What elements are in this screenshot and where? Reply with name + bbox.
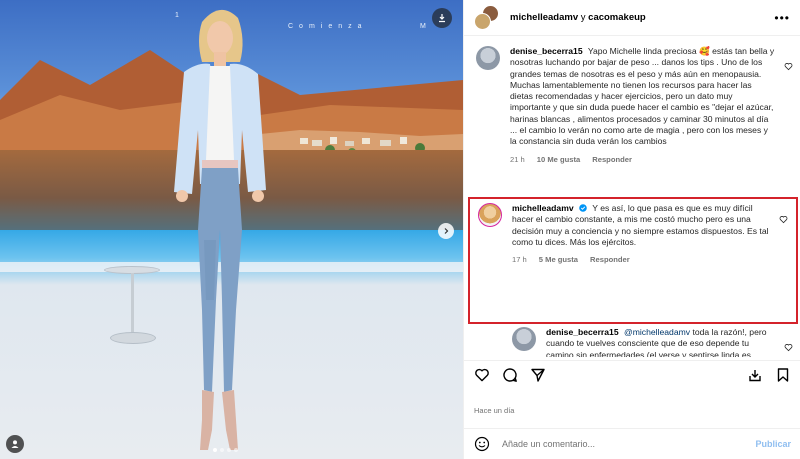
- post-details-panel: michelleadamv y cacomakeup ••• denise_be…: [463, 0, 800, 459]
- post-time: Hace un día: [474, 406, 515, 415]
- comment-like-icon[interactable]: [784, 343, 793, 352]
- comment-like-icon[interactable]: [784, 62, 793, 71]
- carousel-dot: [227, 448, 231, 452]
- carousel-dot: [220, 448, 224, 452]
- reply-button[interactable]: Responder: [590, 254, 630, 265]
- chevron-right-icon: [444, 228, 449, 234]
- add-comment-bar: Publicar: [464, 428, 800, 459]
- commenter-avatar[interactable]: [476, 46, 500, 70]
- comment-time: 21 h: [510, 154, 525, 164]
- post-actions-bar: [464, 360, 800, 388]
- download-button[interactable]: [432, 8, 452, 28]
- share-send-icon[interactable]: [530, 367, 546, 383]
- comments-list: denise_becerra15 Yapo Michelle linda pre…: [464, 37, 800, 357]
- comment-time: 17 h: [512, 255, 527, 265]
- comment-input[interactable]: [502, 439, 756, 449]
- presenter-figure: [174, 9, 266, 450]
- author-link-1[interactable]: michelleadamv: [510, 12, 578, 23]
- instagram-post-view: Comienza M 1 michelleadamv y cacomakeup …: [0, 0, 800, 459]
- more-options-icon[interactable]: •••: [774, 11, 790, 25]
- comment-username[interactable]: michelleadamv: [512, 203, 574, 213]
- avatar-michelleadamv[interactable]: [474, 12, 491, 30]
- comment-text: Yapo Michelle linda preciosa 🥰 estás tan…: [510, 46, 775, 147]
- add-to-story-icon[interactable]: [747, 367, 763, 383]
- carousel-dot: [234, 448, 238, 452]
- author-link-2[interactable]: cacomakeup: [588, 12, 646, 23]
- overlay-word: Comienza: [288, 23, 368, 30]
- emoji-icon[interactable]: [474, 436, 490, 452]
- highlighted-comment: michelleadamv Y es así, lo que pasa es q…: [468, 197, 798, 324]
- like-heart-icon[interactable]: [474, 367, 490, 383]
- comment-likes[interactable]: 5 Me gusta: [539, 254, 578, 265]
- comment-bubble-icon[interactable]: [502, 367, 518, 383]
- verified-badge-icon: [579, 204, 587, 212]
- author-connector: y: [580, 12, 586, 23]
- carousel-dot: [213, 448, 217, 452]
- carousel-next-button[interactable]: [438, 223, 454, 239]
- collab-avatars[interactable]: [474, 4, 502, 31]
- reply-comment-item: denise_becerra15 @michelleadamv toda la …: [464, 327, 800, 357]
- comment-item: denise_becerra15 Yapo Michelle linda pre…: [464, 46, 800, 165]
- commenter-avatar[interactable]: [478, 203, 502, 227]
- reply-button[interactable]: Responder: [592, 154, 632, 165]
- comment-mention[interactable]: @michelleadamv: [624, 327, 690, 337]
- user-icon: [11, 440, 19, 448]
- comment-meta: 17 h 5 Me gusta Responder: [512, 254, 770, 265]
- comment-meta: 21 h 10 Me gusta Responder: [510, 154, 775, 165]
- post-authors: michelleadamv y cacomakeup: [510, 12, 774, 23]
- tagged-users-button[interactable]: [6, 435, 24, 453]
- download-icon: [439, 14, 445, 23]
- bookmark-icon[interactable]: [775, 367, 791, 383]
- comment-like-icon[interactable]: [779, 215, 788, 224]
- comment-username[interactable]: denise_becerra15: [510, 46, 583, 56]
- publish-button[interactable]: Publicar: [755, 439, 791, 449]
- carousel-dots: [213, 448, 238, 452]
- comment-username[interactable]: denise_becerra15: [546, 327, 619, 337]
- commenter-avatar[interactable]: [512, 327, 536, 351]
- post-header: michelleadamv y cacomakeup •••: [464, 0, 800, 36]
- comment-likes[interactable]: 10 Me gusta: [537, 154, 580, 165]
- post-photo[interactable]: Comienza M 1: [0, 0, 463, 459]
- overlay-letter: M: [420, 23, 432, 30]
